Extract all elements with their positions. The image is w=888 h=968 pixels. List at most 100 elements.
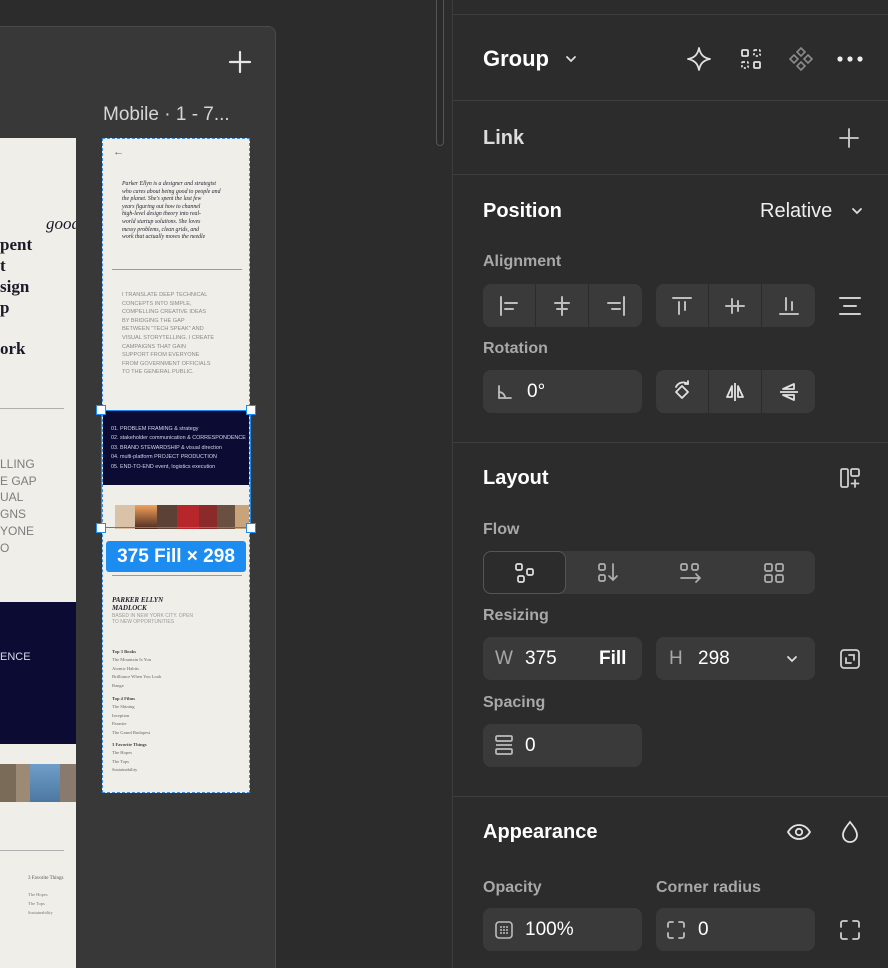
spacing-value: 0 — [525, 735, 536, 756]
divider — [453, 100, 888, 101]
more-options-icon[interactable] — [835, 45, 865, 73]
flip-horizontal-button[interactable] — [709, 370, 762, 413]
height-label: H — [669, 648, 683, 669]
dark-section-text: ENCE — [0, 651, 31, 663]
corner-radius-input[interactable]: 0 — [656, 908, 815, 951]
position-mode-select[interactable]: Relative — [760, 200, 832, 223]
corner-radius-label: Corner radius — [656, 879, 761, 896]
back-arrow-icon: ← — [113, 146, 124, 158]
rotate-button[interactable] — [656, 370, 709, 413]
page-body-line: GNS — [0, 507, 27, 521]
page-body-line: LLING — [0, 457, 35, 471]
page-heading-line: sign — [0, 277, 30, 296]
favorites-list: 3 Favorite Things The Hopes The Tops Sus… — [112, 742, 147, 773]
distribute-icon[interactable] — [837, 294, 863, 318]
mobile-frame-label[interactable]: Mobile · 1 - 7... — [103, 104, 230, 126]
horizontal-alignment-group — [483, 284, 642, 327]
footer-heading: 3 Favorite Things — [28, 876, 64, 881]
add-layout-icon[interactable] — [837, 465, 863, 491]
footer-item: Sustainability — [28, 910, 53, 915]
flow-selector — [483, 551, 815, 594]
opacity-label: Opacity — [483, 879, 542, 896]
page-heading-line: good — [46, 214, 76, 233]
align-left-button[interactable] — [483, 284, 536, 327]
resize-handle-bottom-left[interactable] — [96, 523, 106, 533]
opacity-icon — [493, 919, 515, 941]
page-body-line: O — [0, 541, 10, 555]
flow-option-free[interactable] — [483, 551, 566, 594]
align-bottom-button[interactable] — [762, 284, 815, 327]
width-mode[interactable]: Fill — [599, 648, 626, 670]
sparkle-icon[interactable] — [685, 45, 713, 73]
align-top-button[interactable] — [656, 284, 709, 327]
page-heading-line: ork — [0, 339, 26, 358]
page-body-line: UAL — [0, 490, 24, 504]
eye-icon[interactable] — [785, 820, 813, 844]
page-heading-line: t — [0, 256, 6, 275]
drop-icon[interactable] — [839, 819, 861, 845]
add-frame-icon[interactable] — [228, 50, 252, 74]
individual-corners-icon[interactable] — [837, 917, 863, 943]
components-icon[interactable] — [787, 45, 815, 73]
flow-option-horizontal[interactable] — [649, 551, 732, 594]
flow-option-grid[interactable] — [732, 551, 815, 594]
flip-vertical-button[interactable] — [762, 370, 815, 413]
vertical-scrollbar[interactable] — [436, 0, 444, 146]
height-input[interactable]: H 298 — [656, 637, 815, 680]
properties-panel: Group Link Position Relative Alignment R… — [452, 0, 888, 968]
opacity-input[interactable]: 100% — [483, 908, 642, 951]
chevron-down-icon[interactable] — [784, 651, 800, 667]
resize-handle-top-left[interactable] — [96, 405, 106, 415]
flow-label: Flow — [483, 521, 520, 538]
group-title[interactable]: Group — [483, 46, 549, 72]
divider — [112, 575, 242, 576]
divider — [112, 269, 242, 270]
translate-paragraph: I TRANSLATE DEEP TECHNICAL CONCEPTS INTO… — [122, 292, 215, 376]
name-subtitle: BASED IN NEW YORK CITY. OPEN TO NEW OPPO… — [112, 613, 193, 625]
divider — [453, 796, 888, 797]
appearance-title: Appearance — [483, 821, 598, 843]
fit-content-icon[interactable] — [837, 646, 863, 672]
books-list: Top 3 Books The Mountain Is You Atomic H… — [112, 649, 162, 688]
footer-item: The Tops — [28, 901, 45, 906]
chevron-down-icon[interactable] — [849, 203, 865, 219]
opacity-value: 100% — [525, 919, 574, 940]
width-label: W — [495, 648, 513, 669]
resize-handle-bottom-right[interactable] — [246, 523, 256, 533]
page-heading-line: pent — [0, 235, 33, 254]
divider — [453, 174, 888, 175]
component-grid-icon[interactable] — [737, 45, 765, 73]
height-value: 298 — [698, 648, 730, 669]
spacing-input[interactable]: 0 — [483, 724, 642, 767]
align-right-button[interactable] — [589, 284, 642, 327]
resize-handle-top-right[interactable] — [246, 405, 256, 415]
footer-item: The Hopes — [28, 892, 48, 897]
name-heading: PARKER ELLYN MADLOCK — [112, 596, 164, 612]
photo-strip — [0, 764, 76, 802]
bio-paragraph: Parker Ellyn is a designer and strategis… — [122, 181, 221, 241]
link-title: Link — [483, 127, 525, 149]
page-body-line: E GAP — [0, 474, 37, 488]
align-middle-vertical-button[interactable] — [709, 284, 762, 327]
design-canvas[interactable]: Mobile · 1 - 7... good pent t sign p ork… — [0, 0, 452, 968]
rotation-input[interactable]: 0° — [483, 370, 642, 413]
width-value: 375 — [525, 648, 557, 669]
spacing-label: Spacing — [483, 694, 546, 711]
page-heading-line: p — [0, 298, 10, 317]
resizing-label: Resizing — [483, 607, 549, 624]
spacing-icon — [493, 734, 515, 756]
divider — [453, 14, 888, 15]
flow-option-vertical[interactable] — [566, 551, 649, 594]
dark-section: ENCE — [0, 602, 76, 744]
align-center-horizontal-button[interactable] — [536, 284, 589, 327]
desktop-page-preview[interactable]: good pent t sign p ork LLING E GAP UAL G… — [0, 138, 76, 968]
width-input[interactable]: W 375 Fill — [483, 637, 642, 680]
add-link-icon[interactable] — [837, 126, 861, 150]
alignment-label: Alignment — [483, 253, 562, 270]
transform-group — [656, 370, 815, 413]
position-title: Position — [483, 200, 562, 222]
rotation-label: Rotation — [483, 340, 548, 357]
corner-radius-value: 0 — [698, 919, 709, 940]
chevron-down-icon[interactable] — [563, 51, 579, 67]
selection-box[interactable] — [101, 410, 251, 528]
